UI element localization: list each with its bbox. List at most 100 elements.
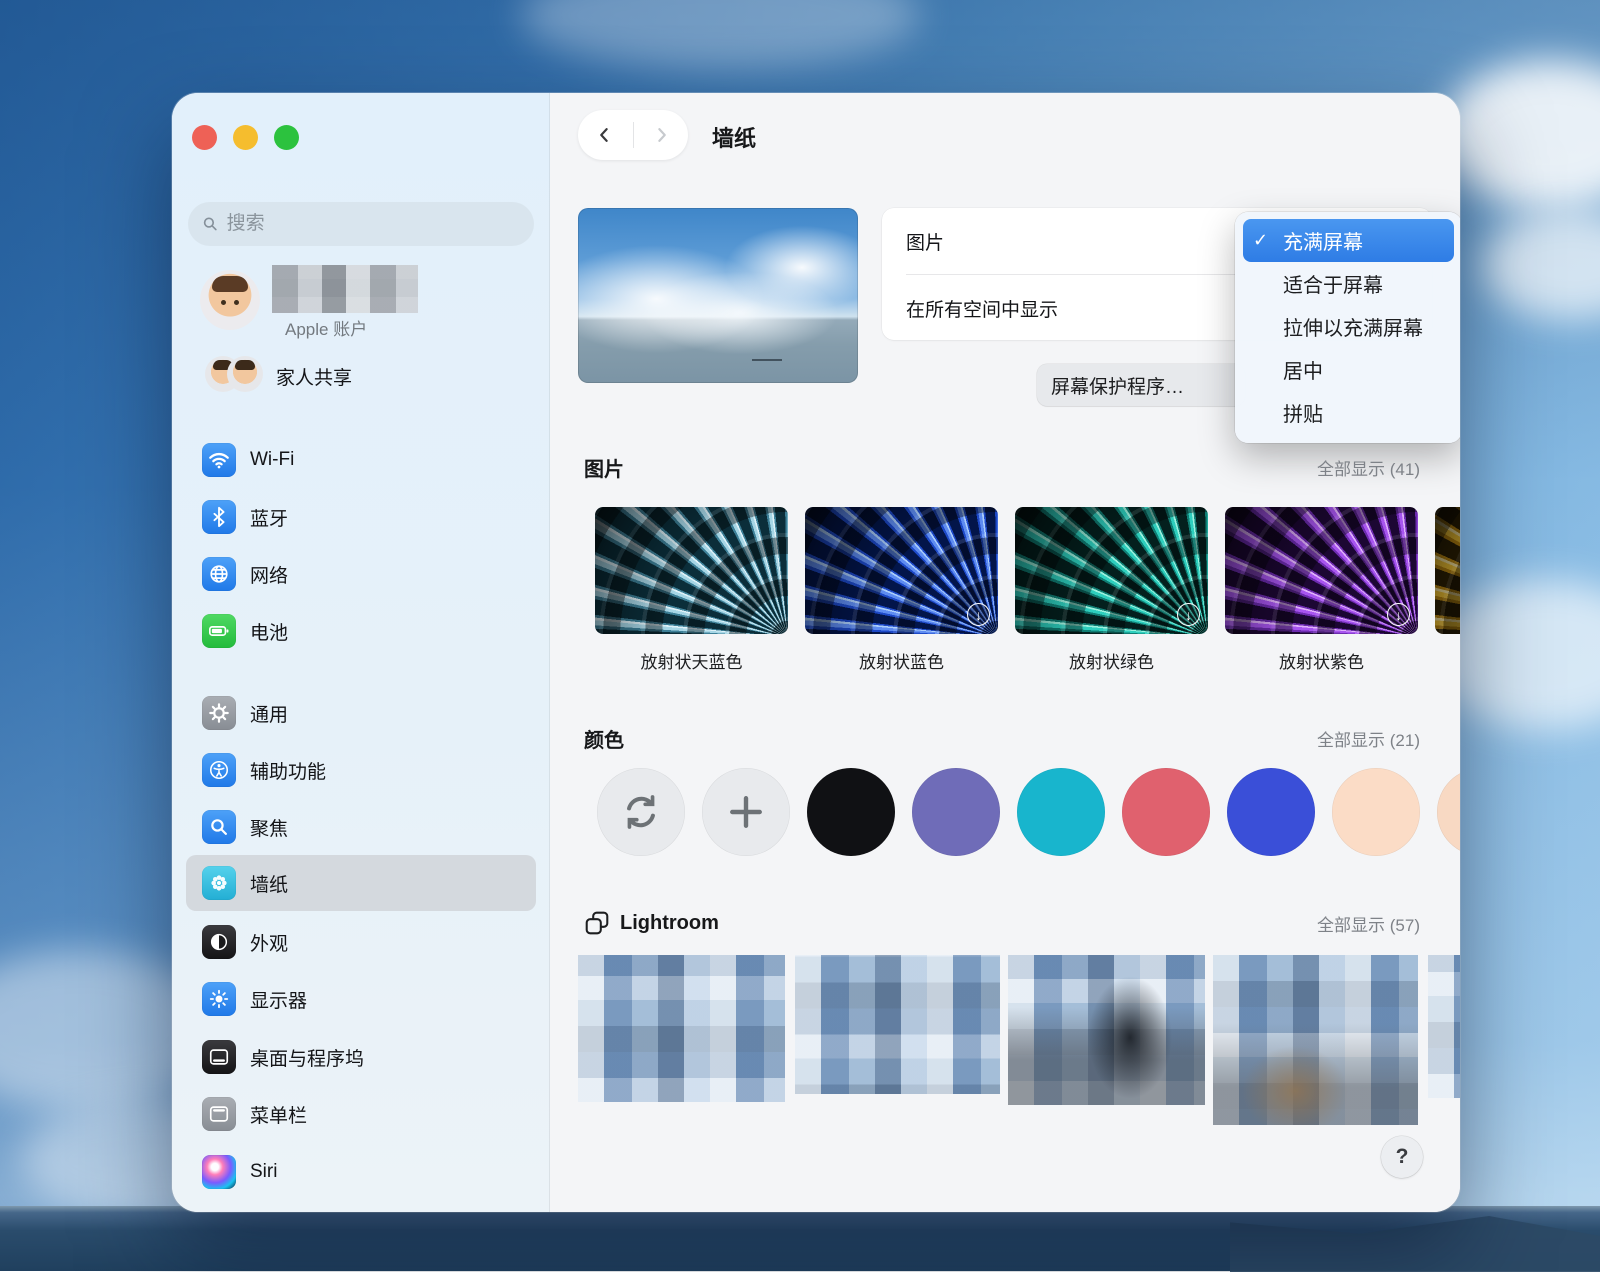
chevron-left-icon <box>595 125 615 145</box>
sidebar-item-label: 菜单栏 <box>250 1101 307 1128</box>
add-color-button[interactable] <box>702 768 790 856</box>
sidebar-item-wifi[interactable]: Wi-Fi <box>186 432 536 488</box>
cloud <box>1440 60 1600 210</box>
sun-icon <box>202 982 236 1016</box>
download-icon[interactable]: ↓ <box>1177 603 1200 626</box>
wallpaper-thumb-label: 放射状蓝色 <box>805 648 998 673</box>
color-swatch-coral[interactable] <box>1122 768 1210 856</box>
sidebar-item-appearance[interactable]: 外观 <box>186 914 536 970</box>
colors-section-title: 颜色 <box>584 724 624 753</box>
color-swatch-blue[interactable] <box>1227 768 1315 856</box>
siri-orb-icon <box>202 1155 236 1189</box>
sidebar-item-label: Siri <box>250 1161 277 1183</box>
download-icon[interactable]: ↓ <box>967 603 990 626</box>
download-icon[interactable]: ↓ <box>1387 603 1410 626</box>
apple-account-label[interactable]: Apple 账户 <box>285 315 367 340</box>
menu-item-stretch[interactable]: 拉伸以充满屏幕 <box>1243 305 1454 348</box>
sidebar-item-wallpaper[interactable]: 墙纸 <box>186 855 536 911</box>
sidebar-item-displays[interactable]: 显示器 <box>186 971 536 1027</box>
wallpaper-thumb-label: 放射状天蓝色 <box>595 648 788 673</box>
lightroom-photo-thumb[interactable] <box>578 955 785 1102</box>
sidebar-item-network[interactable]: 网络 <box>186 546 536 602</box>
sidebar-item-menubar[interactable]: 菜单栏 <box>186 1086 536 1142</box>
sidebar-item-bluetooth[interactable]: 蓝牙 <box>186 489 536 545</box>
battery-icon <box>202 614 236 648</box>
search-input[interactable] <box>227 213 520 235</box>
pictures-section-header: 图片 全部显示 (41) <box>584 453 1420 482</box>
close-button[interactable] <box>192 125 217 150</box>
pictures-section-title: 图片 <box>584 453 624 482</box>
avatar[interactable] <box>200 270 260 330</box>
chevron-right-icon <box>651 125 671 145</box>
current-wallpaper-preview[interactable] <box>578 208 858 383</box>
cloud <box>1480 210 1600 320</box>
menu-item-fit-screen[interactable]: 适合于屏幕 <box>1243 262 1454 305</box>
sidebar-item-spotlight[interactable]: 聚焦 <box>186 799 536 855</box>
sidebar-item-battery[interactable]: 电池 <box>186 603 536 659</box>
albums-icon <box>584 910 610 936</box>
wallpaper-thumb-radial-green[interactable]: ↓ <box>1015 507 1208 634</box>
sidebar-item-label: 墙纸 <box>250 870 288 897</box>
color-swatch-peach[interactable] <box>1332 768 1420 856</box>
sidebar-item-label: 聚焦 <box>250 814 288 841</box>
sidebar-item-general[interactable]: 通用 <box>186 685 536 741</box>
fill-mode-popup-menu: ✓ 充满屏幕 适合于屏幕 拉伸以充满屏幕 居中 拼贴 <box>1235 212 1460 443</box>
menu-item-label: 适合于屏幕 <box>1283 269 1383 298</box>
bluetooth-icon <box>202 500 236 534</box>
menu-item-center[interactable]: 居中 <box>1243 348 1454 391</box>
magnifier-icon <box>202 810 236 844</box>
search-field[interactable] <box>188 202 534 246</box>
color-swatch-peach-2[interactable] <box>1437 768 1460 856</box>
zoom-button[interactable] <box>274 125 299 150</box>
appearance-icon <box>202 925 236 959</box>
color-swatch-purple[interactable] <box>912 768 1000 856</box>
color-swatch-black[interactable] <box>807 768 895 856</box>
color-swatch-teal[interactable] <box>1017 768 1105 856</box>
menu-item-label: 拉伸以充满屏幕 <box>1283 312 1423 341</box>
minimize-button[interactable] <box>233 125 258 150</box>
lightroom-section-title: Lightroom <box>584 910 719 936</box>
sidebar-item-label: 外观 <box>250 929 288 956</box>
lightroom-photo-thumb[interactable] <box>795 955 1000 1094</box>
content-pane: 墙纸 图片 在所有空间中显示 屏幕保护程序… ✓ 充满屏幕 适合于屏幕 拉伸以充… <box>550 93 1460 1212</box>
lightroom-show-all-link[interactable]: 全部显示 (57) <box>1317 911 1420 936</box>
lightroom-section-header: Lightroom 全部显示 (57) <box>584 910 1420 936</box>
pictures-show-all-link[interactable]: 全部显示 (41) <box>1317 455 1420 480</box>
wallpaper-thumb-radial-skyblue[interactable] <box>595 507 788 634</box>
colors-show-all-link[interactable]: 全部显示 (21) <box>1317 726 1420 751</box>
nav-buttons <box>578 110 688 160</box>
dock-icon <box>202 1040 236 1074</box>
search-icon <box>202 215 219 233</box>
sidebar-item-siri[interactable]: Siri <box>186 1144 536 1200</box>
sidebar-item-label: 辅助功能 <box>250 757 326 784</box>
menu-item-tile[interactable]: 拼贴 <box>1243 391 1454 434</box>
checkmark-icon: ✓ <box>1253 230 1277 251</box>
lightroom-photo-thumb[interactable] <box>1008 955 1205 1105</box>
wifi-icon <box>202 443 236 477</box>
lightroom-photo-thumb[interactable] <box>1428 955 1460 1098</box>
cycle-colors-button[interactable] <box>597 768 685 856</box>
back-button[interactable] <box>578 110 633 160</box>
sidebar-item-label: 桌面与程序坞 <box>250 1044 364 1071</box>
wallpaper-thumb-radial-yellow[interactable] <box>1435 507 1460 634</box>
help-button[interactable]: ? <box>1381 1136 1423 1178</box>
sidebar-item-label: 显示器 <box>250 986 307 1013</box>
wallpaper-thumb-radial-blue[interactable]: ↓ <box>805 507 998 634</box>
menubar-icon <box>202 1097 236 1131</box>
menu-item-label: 居中 <box>1283 355 1323 384</box>
screensaver-button[interactable]: 屏幕保护程序… <box>1037 364 1245 406</box>
sidebar-item-family-sharing[interactable]: 家人共享 <box>276 363 352 390</box>
account-name-redacted <box>272 265 418 313</box>
forward-button[interactable] <box>634 110 689 160</box>
sidebar-item-desktop-dock[interactable]: 桌面与程序坞 <box>186 1029 536 1085</box>
lightroom-photo-thumb[interactable] <box>1213 955 1418 1125</box>
menu-item-fill-screen[interactable]: ✓ 充满屏幕 <box>1243 219 1454 262</box>
page-title: 墙纸 <box>712 121 756 153</box>
wallpaper-thumb-radial-purple[interactable]: ↓ <box>1225 507 1418 634</box>
family-avatars[interactable] <box>205 356 261 392</box>
sidebar-item-accessibility[interactable]: 辅助功能 <box>186 742 536 798</box>
cloud <box>520 0 920 70</box>
wallpaper-flower-icon <box>202 866 236 900</box>
window-controls <box>192 125 299 150</box>
sidebar-item-label: 蓝牙 <box>250 504 288 531</box>
